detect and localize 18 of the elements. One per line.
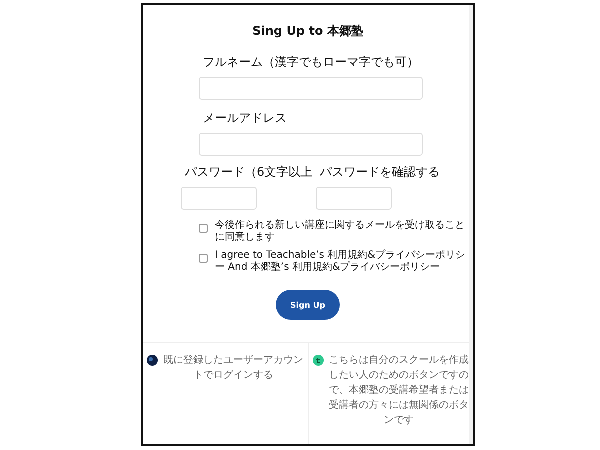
input-field[interactable] [181, 187, 257, 210]
field-label: フルネーム（漢字でもローマ字でも可） [202, 54, 420, 71]
agreement-text: 今後作られる新しい講座に関するメールを受け取ることに同意します [215, 220, 466, 244]
input-field[interactable] [316, 187, 392, 210]
link-text[interactable]: 既に登録したユーザーアカウントでログインする [163, 353, 304, 383]
avatar-icon [313, 355, 324, 366]
checkbox[interactable] [199, 254, 208, 263]
link-text[interactable]: こちらは自分のスクールを作成したい人のためのボタンですので、本郷塾の受講希望者または受講者の方々には無関係のボタンです [329, 353, 469, 428]
checkbox[interactable] [199, 224, 208, 233]
input-field[interactable] [199, 133, 423, 156]
field-label: パスワードを確認する [319, 164, 440, 181]
form-title: Sing Up to 本郷塾 [252, 23, 364, 40]
agreement-text: I agree to Teachable’s 利用規約&プライバシーポリシー And 本郷塾’s 利用規約&プライバシーポリシー [215, 250, 466, 274]
globe-icon [147, 355, 158, 366]
field-label: メールアドレス [202, 110, 288, 127]
input-field[interactable] [199, 77, 423, 100]
sign-up-button[interactable]: Sign Up [276, 290, 340, 320]
field-label: パスワード（6文字以上 [184, 164, 313, 181]
